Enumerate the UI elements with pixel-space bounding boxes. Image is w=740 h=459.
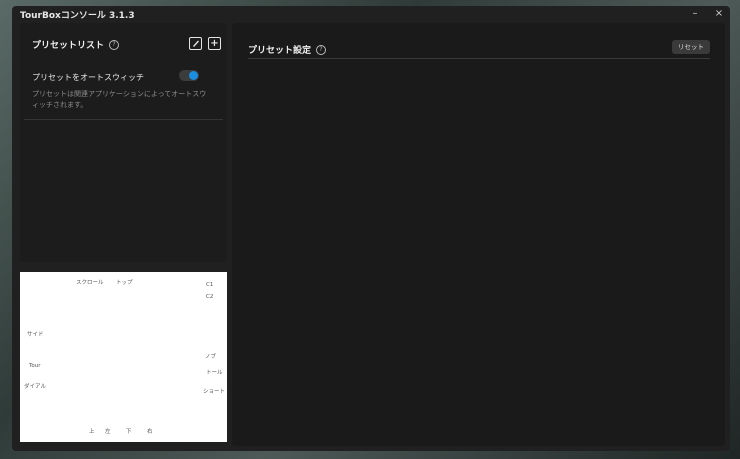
add-preset-button[interactable]: + [208,37,221,50]
app-window: TourBoxコンソール 3.1.3 – × プリセットリスト ? + プリセッ… [12,6,730,451]
label-c2[interactable]: C2 [206,294,213,300]
divider [24,119,223,120]
help-icon[interactable]: ? [109,39,120,50]
label-dial[interactable]: ダイアル [24,382,46,390]
reset-button[interactable]: リセット [672,40,710,54]
preset-settings-title: プリセット設定 [248,46,312,56]
label-knob[interactable]: ノブ [205,352,216,360]
preset-list-panel: プリセットリスト ? + プリセットをオートスウィッチ プリセットは関連アプリケ… [20,23,227,262]
label-c1[interactable]: C1 [206,282,213,288]
preset-list-header: プリセットリスト ? [32,38,120,51]
auto-switch-toggle[interactable] [179,70,199,81]
help-icon[interactable]: ? [316,44,327,55]
divider [248,58,710,59]
label-short[interactable]: ショート [203,387,225,395]
preset-settings-panel: プリセット設定 ? リセット [232,23,725,446]
preset-list-tools: + [189,37,221,50]
minimize-button[interactable]: – [690,8,700,20]
label-scroll[interactable]: スクロール [76,278,104,286]
window-controls: – × [690,8,724,20]
label-top[interactable]: トップ [116,278,133,286]
auto-switch-row: プリセットをオートスウィッチ プリセットは関連アプリケーションによってオートスウ… [32,70,217,111]
label-up[interactable]: 上 [89,427,95,435]
edit-preset-button[interactable] [189,37,202,50]
close-button[interactable]: × [714,8,724,20]
preset-settings-header: プリセット設定 ? [248,43,327,56]
label-right[interactable]: 右 [147,427,153,435]
window-title: TourBoxコンソール 3.1.3 [20,11,135,21]
device-diagram: スクロール トップ C1 C2 サイド ノブ Tour トール ダイアル ショー… [20,272,227,442]
preset-list-title: プリセットリスト [32,41,105,51]
label-down[interactable]: 下 [126,427,132,435]
label-left[interactable]: 左 [105,427,111,435]
auto-switch-description: プリセットは関連アプリケーションによってオートスウィッチされます。 [32,90,207,109]
pencil-icon [193,40,199,47]
label-side[interactable]: サイド [27,330,44,338]
label-tour[interactable]: Tour [29,363,41,369]
title-bar: TourBoxコンソール 3.1.3 – × [12,6,730,23]
toggle-knob [189,71,198,80]
label-tall[interactable]: トール [206,368,223,376]
